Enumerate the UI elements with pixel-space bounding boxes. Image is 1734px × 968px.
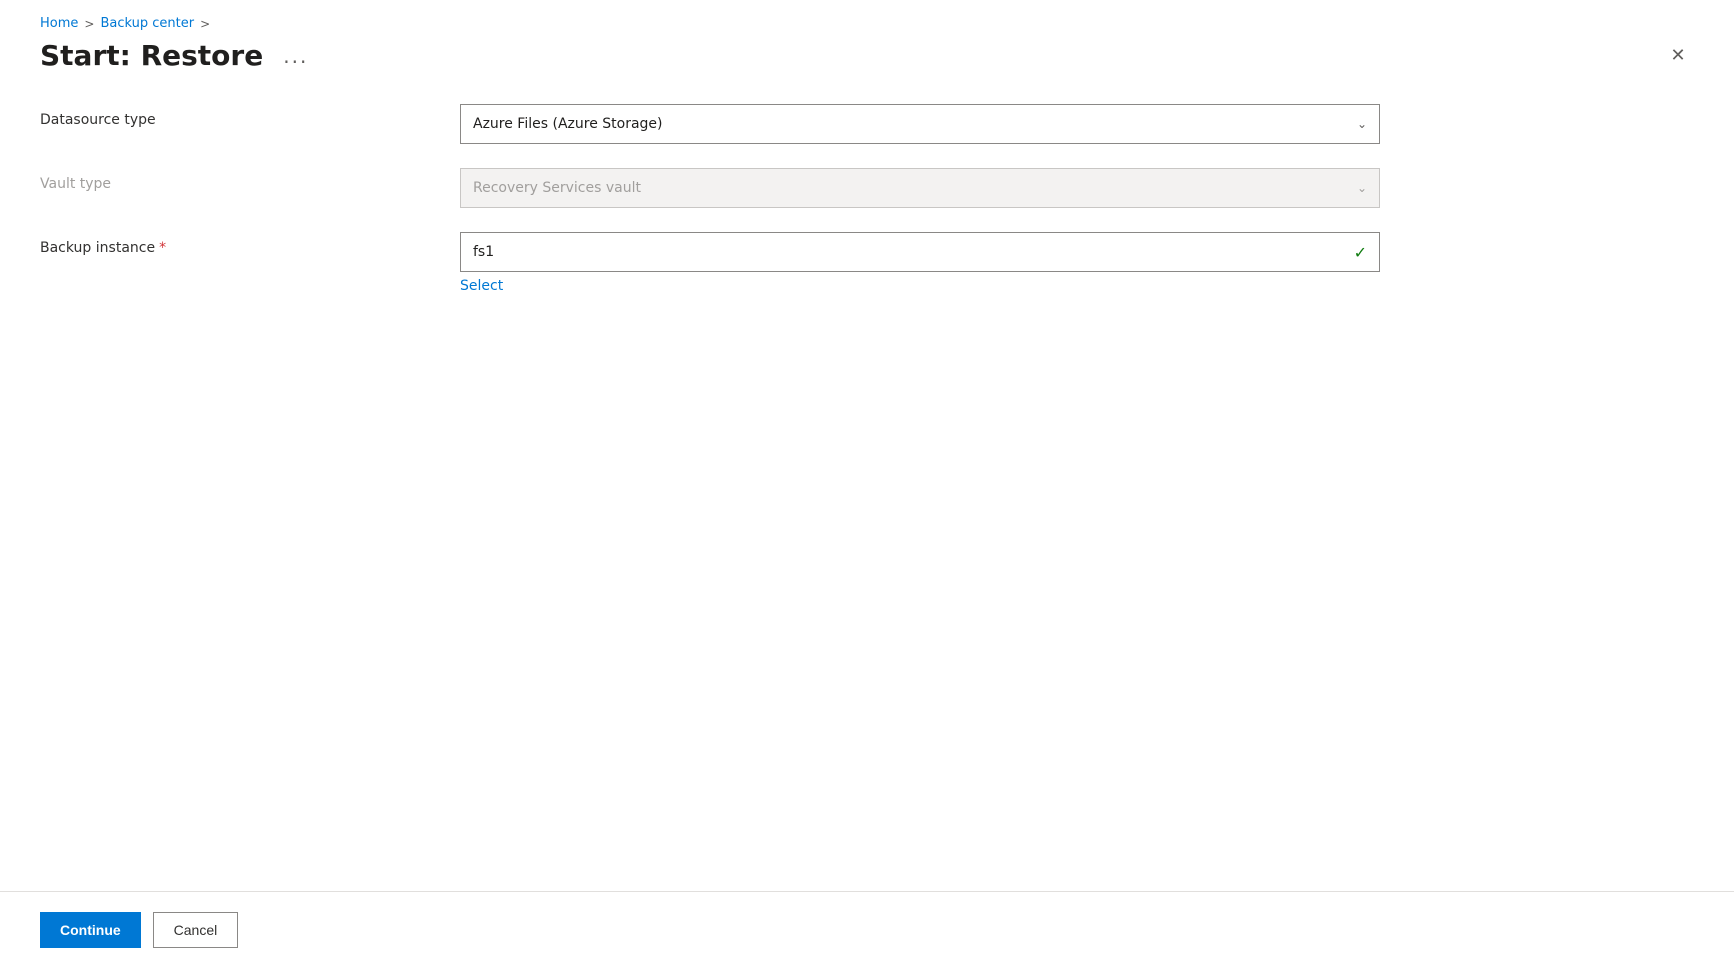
vault-type-chevron-icon: ⌄ xyxy=(1357,181,1367,195)
datasource-type-label: Datasource type xyxy=(40,104,460,128)
vault-type-dropdown[interactable]: Recovery Services vault ⌄ xyxy=(460,168,1380,208)
breadcrumb-home-link[interactable]: Home xyxy=(40,16,78,31)
vault-type-row: Vault type Recovery Services vault ⌄ xyxy=(40,168,1694,208)
breadcrumb: Home > Backup center > xyxy=(40,16,1694,31)
header-left: Start: Restore ... xyxy=(40,39,316,72)
vault-type-label: Vault type xyxy=(40,168,460,192)
form-content: Datasource type Azure Files (Azure Stora… xyxy=(40,104,1694,891)
datasource-type-value: Azure Files (Azure Storage) xyxy=(473,116,663,132)
backup-instance-field: fs1 ✓ xyxy=(460,232,1380,272)
page-title: Start: Restore xyxy=(40,39,263,72)
datasource-type-chevron-icon: ⌄ xyxy=(1357,117,1367,131)
backup-instance-control: fs1 ✓ Select xyxy=(460,232,1380,294)
vault-type-placeholder: Recovery Services vault xyxy=(473,180,641,196)
backup-instance-value: fs1 xyxy=(473,244,494,260)
required-indicator: * xyxy=(159,240,166,256)
footer: Continue Cancel xyxy=(0,891,1734,968)
breadcrumb-backup-center-link[interactable]: Backup center xyxy=(100,16,194,31)
datasource-type-row: Datasource type Azure Files (Azure Stora… xyxy=(40,104,1694,144)
backup-instance-row: Backup instance * fs1 ✓ Select xyxy=(40,232,1694,294)
close-button[interactable]: ✕ xyxy=(1662,40,1694,72)
datasource-type-control: Azure Files (Azure Storage) ⌄ xyxy=(460,104,1380,144)
backup-instance-check-icon: ✓ xyxy=(1354,243,1367,262)
more-options-button[interactable]: ... xyxy=(275,40,316,72)
breadcrumb-separator-1: > xyxy=(84,17,94,31)
vault-type-control: Recovery Services vault ⌄ xyxy=(460,168,1380,208)
backup-instance-label: Backup instance * xyxy=(40,232,460,256)
continue-button[interactable]: Continue xyxy=(40,912,141,948)
page-header: Start: Restore ... ✕ xyxy=(40,39,1694,72)
breadcrumb-separator-2: > xyxy=(200,17,210,31)
select-link[interactable]: Select xyxy=(460,278,503,294)
datasource-type-dropdown[interactable]: Azure Files (Azure Storage) ⌄ xyxy=(460,104,1380,144)
cancel-button[interactable]: Cancel xyxy=(153,912,239,948)
